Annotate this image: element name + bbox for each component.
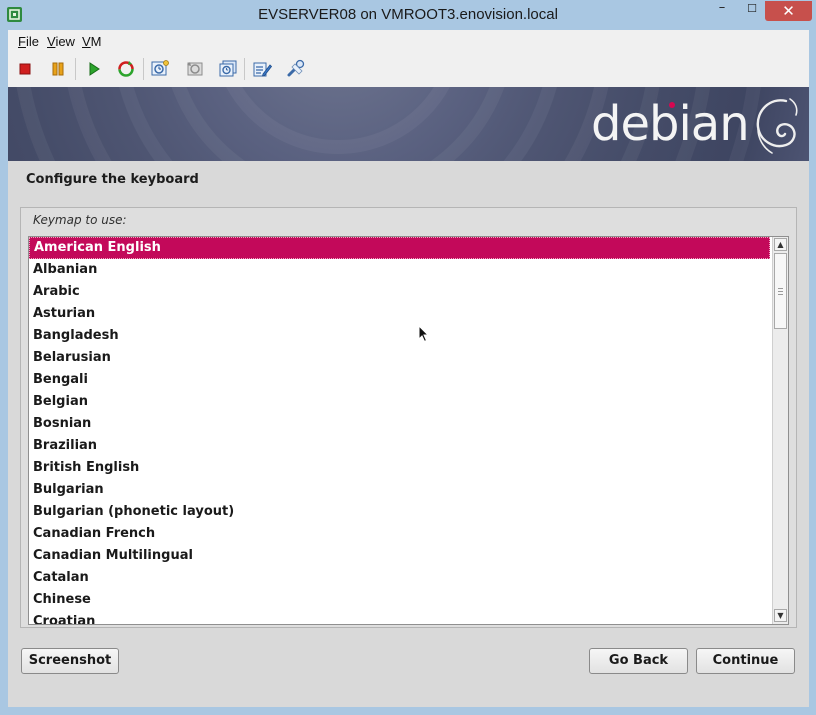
keymap-item-selected[interactable]: American English — [29, 237, 770, 259]
window-title: EVSERVER08 on VMROOT3.enovision.local — [258, 6, 558, 23]
keymap-item[interactable]: Belarusian — [29, 347, 770, 369]
power-off-button[interactable] — [13, 57, 37, 81]
menu-bar: File View VM — [8, 30, 809, 52]
snapshot-manager-button[interactable] — [216, 57, 240, 81]
menu-vm[interactable]: VM — [82, 34, 102, 49]
stop-icon — [19, 63, 31, 75]
mouse-cursor-icon — [418, 325, 430, 343]
reset-button[interactable] — [114, 57, 138, 81]
toolbar-separator — [143, 58, 144, 80]
take-snapshot-button[interactable] — [148, 57, 172, 81]
menu-file-label: ile — [25, 34, 39, 49]
debian-swirl-icon — [756, 98, 798, 154]
power-on-button[interactable] — [82, 57, 106, 81]
scroll-down-arrow[interactable]: ▼ — [774, 609, 787, 622]
keymap-item[interactable]: Asturian — [29, 303, 770, 325]
vm-console-window: EVSERVER08 on VMROOT3.enovision.local – … — [0, 0, 816, 715]
play-icon — [89, 62, 100, 76]
pause-icon — [52, 62, 64, 76]
keymap-item[interactable]: Bulgarian (phonetic layout) — [29, 501, 770, 523]
console-client-area: File View VM debian Configure the keyboa… — [8, 30, 809, 707]
toolbar-separator — [75, 58, 76, 80]
debian-logo-dot — [669, 102, 675, 108]
keymap-item[interactable]: Arabic — [29, 281, 770, 303]
minimize-button[interactable]: – — [707, 1, 737, 21]
list-scrollbar[interactable]: ▲ ▼ — [772, 237, 788, 624]
keymap-item[interactable]: Bosnian — [29, 413, 770, 435]
keymap-item[interactable]: British English — [29, 457, 770, 479]
suspend-button[interactable] — [46, 57, 70, 81]
scroll-grip — [778, 294, 783, 295]
toolbar-separator — [244, 58, 245, 80]
vm-tools-button[interactable] — [284, 57, 308, 81]
edit-settings-button[interactable] — [250, 57, 274, 81]
page-title: Configure the keyboard — [26, 172, 199, 187]
keymap-item[interactable]: Bulgarian — [29, 479, 770, 501]
title-bar[interactable]: EVSERVER08 on VMROOT3.enovision.local – … — [0, 0, 816, 30]
menu-file[interactable]: File — [18, 34, 39, 49]
keymap-item[interactable]: Croatian — [29, 611, 770, 624]
snapshot-icon — [151, 60, 169, 76]
manage-snapshots-icon — [219, 60, 237, 77]
toolbar — [8, 53, 809, 85]
scroll-grip — [778, 288, 783, 289]
keymap-item[interactable]: Canadian Multilingual — [29, 545, 770, 567]
keymap-item[interactable]: Chinese — [29, 589, 770, 611]
scroll-grip — [778, 291, 783, 292]
keymap-panel: Keymap to use: American English Albanian A… — [20, 207, 797, 628]
keymap-item[interactable]: Canadian French — [29, 523, 770, 545]
menu-vm-label: M — [90, 34, 102, 49]
scroll-up-arrow[interactable]: ▲ — [774, 238, 787, 251]
keymap-listbox[interactable]: American English Albanian Arabic Asturian Ba… — [28, 236, 789, 625]
revert-snapshot-button[interactable] — [183, 57, 207, 81]
menu-file-mnemonic: F — [18, 34, 26, 49]
debian-banner: debian — [8, 87, 809, 161]
screenshot-button[interactable]: Screenshot — [21, 648, 119, 674]
keymap-item[interactable]: Brazilian — [29, 435, 770, 457]
keymap-item[interactable]: Bengali — [29, 369, 770, 391]
continue-button[interactable]: Continue — [696, 648, 795, 674]
menu-vm-mnemonic: V — [82, 34, 91, 49]
menu-view-label: iew — [55, 34, 75, 49]
go-back-button[interactable]: Go Back — [589, 648, 688, 674]
revert-snapshot-icon — [187, 62, 203, 76]
keymap-label: Keymap to use: — [33, 213, 127, 227]
scroll-thumb[interactable] — [774, 253, 787, 329]
keymap-list: American English Albanian Arabic Asturian Ba… — [29, 237, 770, 624]
vm-tools-icon — [287, 59, 305, 77]
guest-console-screen[interactable]: debian Configure the keyboard Keymap to … — [8, 87, 809, 707]
keymap-item[interactable]: Bangladesh — [29, 325, 770, 347]
maximize-button[interactable]: ☐ — [737, 1, 767, 21]
keymap-item[interactable]: Belgian — [29, 391, 770, 413]
close-button[interactable]: ✕ — [765, 1, 812, 21]
edit-settings-icon — [253, 62, 272, 77]
keymap-item[interactable]: Albanian — [29, 259, 770, 281]
menu-view[interactable]: View — [47, 34, 75, 49]
keymap-item[interactable]: Catalan — [29, 567, 770, 589]
reset-icon — [118, 61, 134, 77]
